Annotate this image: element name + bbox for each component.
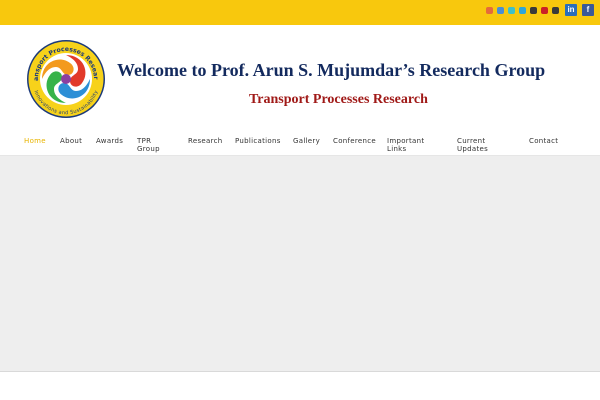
nav-tpr-group[interactable]: TPR Group xyxy=(137,137,160,153)
nav-about[interactable]: About xyxy=(60,137,82,145)
social-icons: in f xyxy=(485,4,594,16)
email-icon[interactable] xyxy=(486,6,493,14)
nav-awards[interactable]: Awards xyxy=(96,137,123,145)
facebook-icon[interactable]: f xyxy=(582,4,594,16)
blogger-icon[interactable] xyxy=(497,6,504,14)
nav-conference[interactable]: Conference xyxy=(333,137,376,145)
vimeo-icon[interactable] xyxy=(508,6,515,14)
nav-contact[interactable]: Contact xyxy=(529,137,558,145)
flickr-icon[interactable] xyxy=(530,6,537,14)
pinterest-icon[interactable] xyxy=(541,6,548,14)
nav-publications[interactable]: Publications xyxy=(235,137,281,145)
nav-current-updates[interactable]: Current Updates xyxy=(457,137,488,153)
tumblr-icon[interactable] xyxy=(552,6,559,14)
page-title: Welcome to Prof. Arun S. Mujumdar’s Rese… xyxy=(117,60,546,80)
nav-research[interactable]: Research xyxy=(188,137,223,145)
nav-home[interactable]: Home xyxy=(24,137,46,145)
linkedin-icon[interactable]: in xyxy=(565,4,577,16)
hero-banner xyxy=(0,156,600,372)
top-bar: in f xyxy=(0,0,600,25)
nav-important-links[interactable]: Important Links xyxy=(387,137,424,153)
page-subtitle: Transport Processes Research xyxy=(249,92,428,107)
logo[interactable]: Transport Processes Research Innovations… xyxy=(26,39,106,119)
main-nav: Home About Awards TPR Group Research Pub… xyxy=(0,128,600,156)
nav-gallery[interactable]: Gallery xyxy=(293,137,320,145)
share-icon[interactable] xyxy=(519,6,526,14)
